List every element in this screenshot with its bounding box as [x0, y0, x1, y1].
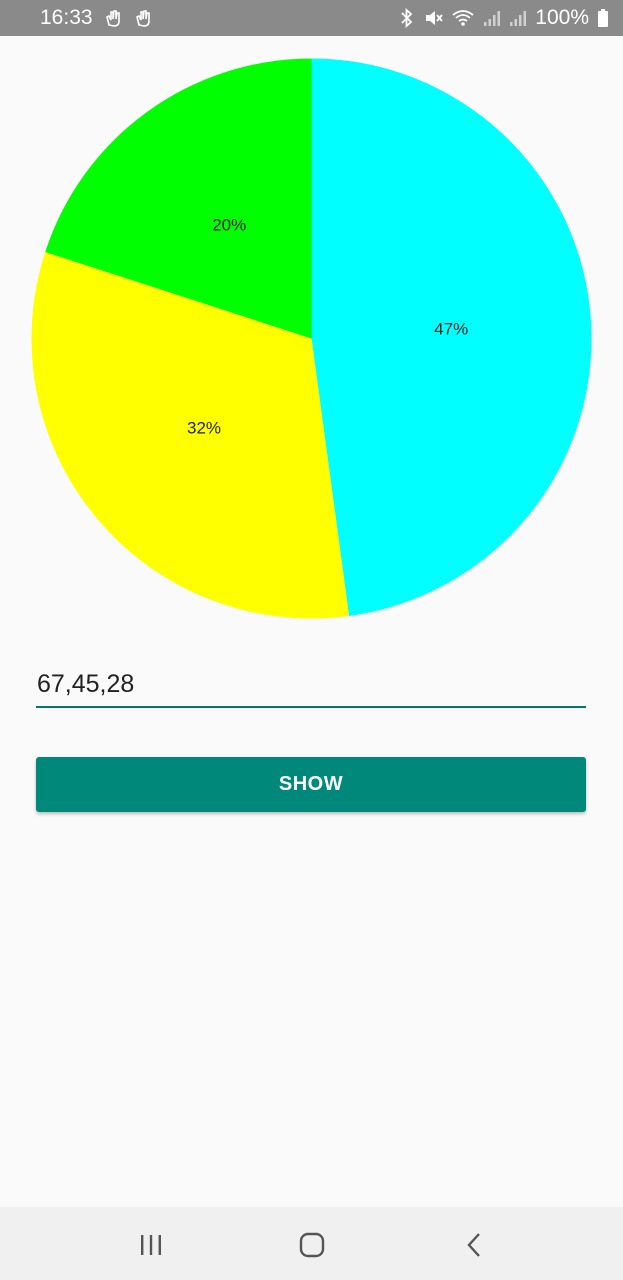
signal-icon [483, 8, 501, 28]
hand-wave-icon [133, 8, 153, 28]
status-time: 16:33 [40, 6, 93, 29]
battery-percent: 100% [535, 6, 589, 29]
navigation-bar [0, 1207, 623, 1280]
mute-icon [423, 8, 443, 28]
values-input[interactable]: 67,45,28 [36, 664, 586, 708]
signal-icon [509, 8, 527, 28]
back-icon[interactable] [455, 1225, 495, 1265]
pie-slice-label: 47% [434, 320, 468, 339]
recents-icon[interactable] [131, 1225, 171, 1265]
pie-slice-label: 32% [187, 419, 221, 438]
status-bar: 16:33 100% [0, 0, 623, 36]
show-button[interactable]: SHOW [36, 757, 586, 812]
hand-wave-icon [103, 8, 123, 28]
pie-chart-svg: 47% 32% 20% [31, 58, 592, 619]
wifi-icon [451, 8, 475, 28]
bluetooth-icon [399, 8, 415, 28]
status-left: 16:33 [40, 6, 153, 30]
battery-icon [597, 8, 609, 28]
pie-slice-label: 20% [212, 216, 246, 235]
status-right: 100% [399, 6, 609, 30]
home-icon[interactable] [292, 1225, 332, 1265]
pie-chart: 47% 32% 20% [30, 57, 593, 620]
